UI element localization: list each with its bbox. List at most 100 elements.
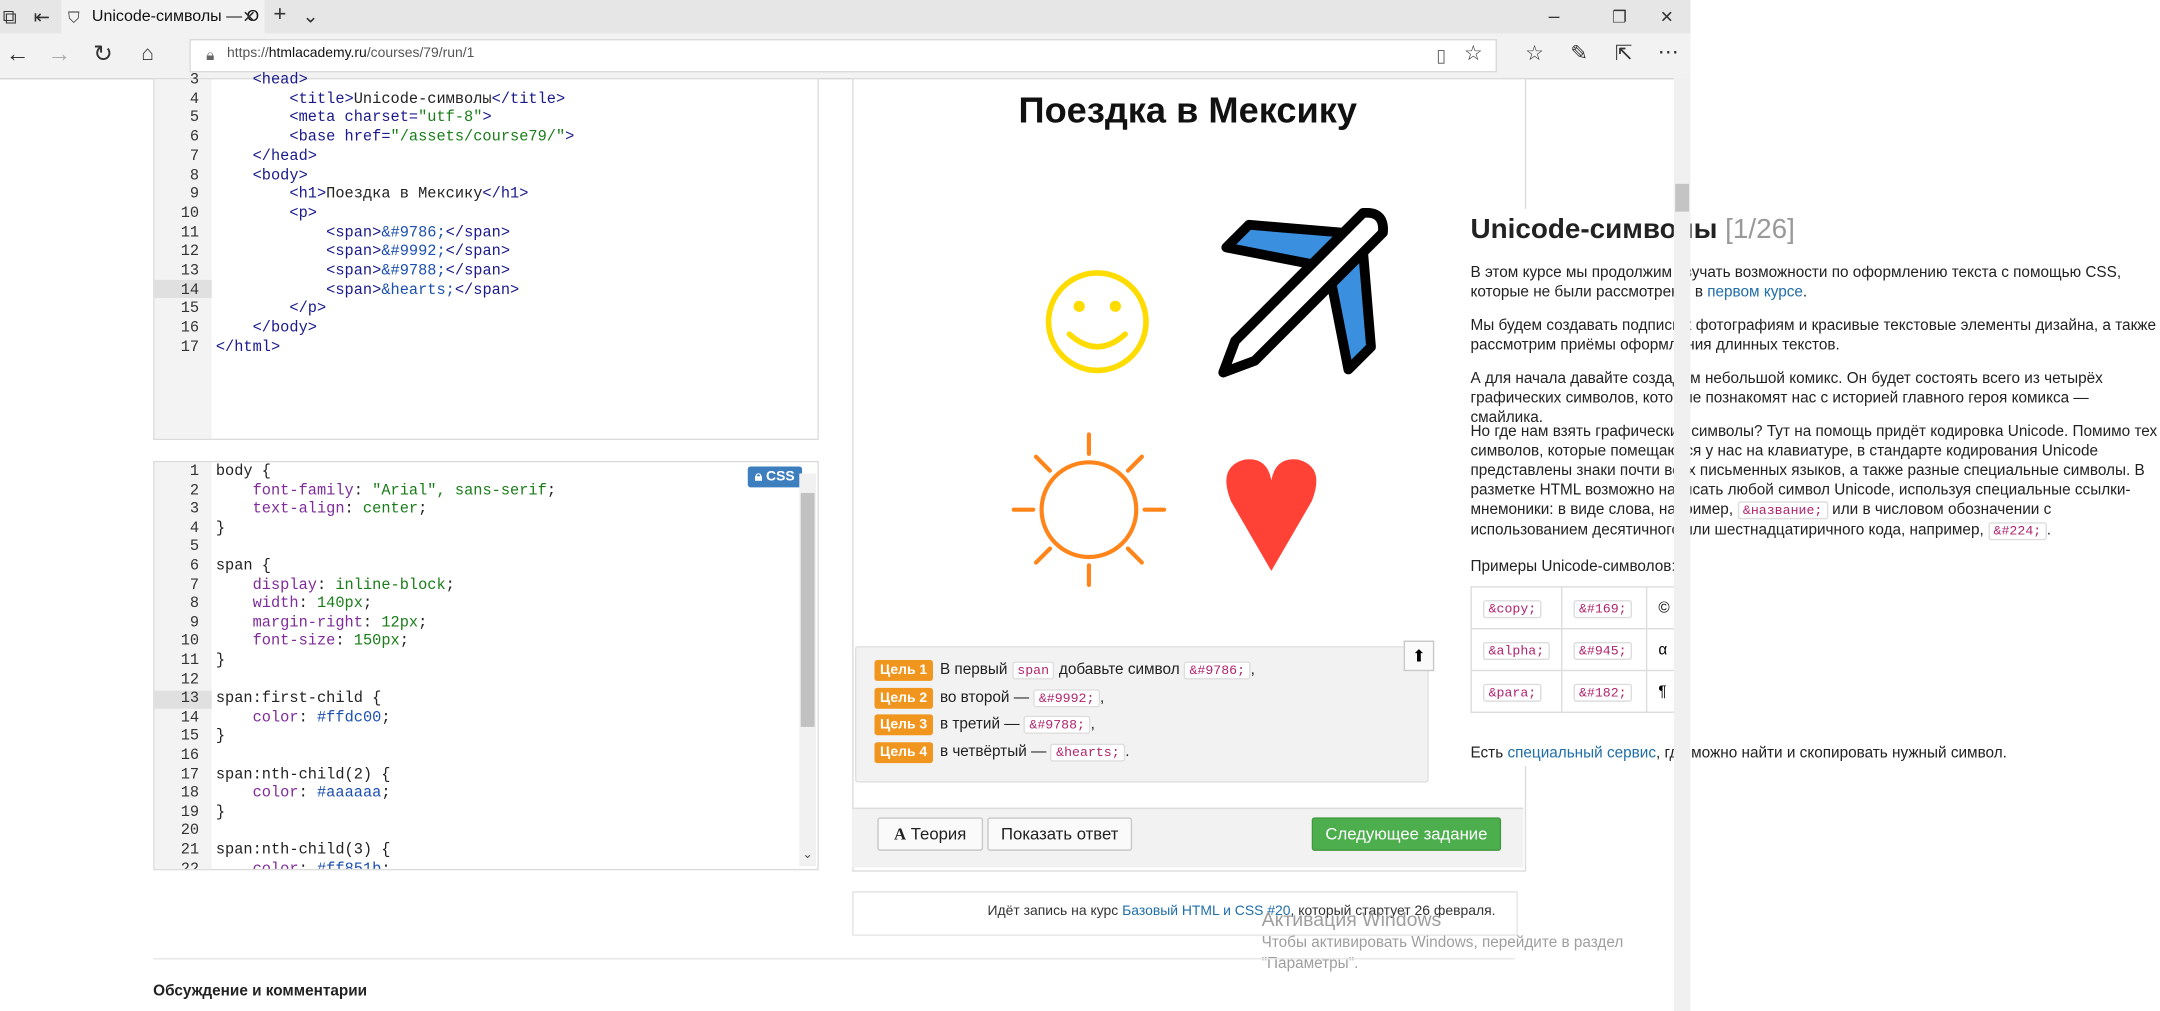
lock-icon: 🔒︎ xyxy=(206,47,215,65)
page-shield-icon: ⛉ xyxy=(68,9,80,27)
code-line: <body> xyxy=(252,167,308,185)
goal-badge: Цель 2 xyxy=(874,687,933,709)
line-number: 22 xyxy=(180,861,200,871)
heart-symbol xyxy=(1226,459,1317,571)
article-paragraph-3: А для начала давайте создадим небольшой … xyxy=(1470,370,2103,427)
divider xyxy=(153,958,1516,960)
css-editor[interactable]: 1 body {2 font-family: "Arial", sans-seri… xyxy=(153,460,819,871)
code-line: span { xyxy=(215,558,271,576)
more-menu-icon[interactable]: ⋯ xyxy=(1657,41,1679,64)
chevron-down-icon[interactable]: ⌄ xyxy=(301,4,320,26)
lock-icon: 🔒︎ xyxy=(754,469,767,485)
code-line: } xyxy=(215,520,226,538)
article-paragraph-1: В этом курсе мы продолжим изучать возмож… xyxy=(1470,264,2122,301)
entity-name: &copy; xyxy=(1483,599,1542,618)
close-window-icon[interactable]: ✕ xyxy=(1657,6,1676,28)
tab-title: Unicode-символы — О xyxy=(91,8,260,26)
code-line: </head> xyxy=(252,148,317,166)
entity-code: &#945; xyxy=(1573,641,1633,660)
article-title: Unicode-символы [1/26] xyxy=(1470,214,1795,246)
first-course-link[interactable]: первом курсе xyxy=(1707,284,1803,301)
examples-label: Примеры Unicode-символов: xyxy=(1470,558,1676,576)
code-line: </p> xyxy=(289,301,327,319)
line-number: 20 xyxy=(180,823,200,841)
tab-list-icon[interactable]: ⧉ xyxy=(0,6,19,28)
line-number: 8 xyxy=(189,596,200,613)
page-scrollbar[interactable] xyxy=(1673,77,1691,1011)
home-icon[interactable]: ⌂ xyxy=(136,42,158,65)
line-number: 9 xyxy=(189,615,200,632)
arrow-up-icon: ⬆ xyxy=(1411,646,1426,666)
line-number: 11 xyxy=(180,225,200,242)
line-number: 17 xyxy=(180,766,200,784)
minimize-icon[interactable]: – xyxy=(1544,4,1563,26)
close-tab-icon[interactable]: ✕ xyxy=(240,6,259,28)
reading-view-icon[interactable]: ▯ xyxy=(1431,45,1450,67)
code-line: color: #aaaaaa; xyxy=(252,785,391,803)
theory-button[interactable]: A Теория xyxy=(877,817,984,851)
favorite-star-icon[interactable]: ☆ xyxy=(1462,42,1484,65)
theory-icon: A xyxy=(894,824,907,844)
line-number: 16 xyxy=(180,747,200,765)
entity-code: &#182; xyxy=(1573,683,1633,702)
entity-name: &para; xyxy=(1483,683,1542,702)
sun-symbol xyxy=(1011,432,1167,587)
line-number: 3 xyxy=(189,72,200,90)
line-number: 9 xyxy=(189,186,200,204)
line-number: 7 xyxy=(189,148,200,166)
line-number: 13 xyxy=(180,690,200,708)
back-icon[interactable]: ← xyxy=(6,42,30,66)
page-scrollbar-thumb[interactable] xyxy=(1675,183,1690,212)
restore-icon[interactable]: ❐ xyxy=(1610,6,1629,28)
line-number: 14 xyxy=(180,282,200,299)
code-line: body { xyxy=(215,463,271,481)
code-line: <head> xyxy=(252,72,308,90)
collapse-goals-button[interactable]: ⬆ xyxy=(1403,640,1435,672)
code-line: span:nth-child(2) { xyxy=(215,766,391,784)
scroll-down-icon[interactable]: ⌄ xyxy=(801,847,815,862)
code-line: span:nth-child(3) { xyxy=(215,842,391,860)
discussion-title: Обсуждение и комментарии xyxy=(153,983,368,1000)
css-badge: 🔒︎ CSS xyxy=(747,466,802,488)
code-line: span:first-child { xyxy=(215,690,382,708)
line-number: 12 xyxy=(180,672,200,689)
smiley-symbol xyxy=(1045,270,1149,374)
code-line: <base href="/assets/course79/"> xyxy=(289,129,575,147)
html-editor[interactable]: 3 <head> 4 <title>Unicode-символы</title>… xyxy=(153,72,819,441)
line-number: 12 xyxy=(180,244,200,261)
favorites-hub-icon[interactable]: ☆ xyxy=(1523,42,1545,65)
code-line: } xyxy=(215,804,226,822)
code-line: <meta charset="utf-8"> xyxy=(289,110,492,128)
windows-watermark-text: Чтобы активировать Windows, перейдите в … xyxy=(1261,934,1624,972)
windows-watermark-title: Активация Windows xyxy=(1261,907,1442,931)
code-line: <span>&#9992;</span> xyxy=(326,244,511,261)
line-number: 13 xyxy=(180,263,200,280)
next-task-button[interactable]: Следующее задание xyxy=(1311,817,1502,851)
code-line: font-size: 150px; xyxy=(252,634,409,651)
line-number: 10 xyxy=(180,205,200,223)
code-line: </body> xyxy=(252,320,317,338)
line-number: 21 xyxy=(180,842,200,860)
code-line: color: #ff851b; xyxy=(252,861,391,871)
line-number: 10 xyxy=(180,634,200,651)
pen-icon[interactable]: ✎ xyxy=(1568,42,1590,65)
forward-icon[interactable]: → xyxy=(47,42,71,66)
css-scrollbar-thumb[interactable] xyxy=(800,492,815,727)
special-service-link[interactable]: специальный сервис xyxy=(1507,745,1656,762)
line-number: 15 xyxy=(180,728,200,746)
goal-text: В первый span добавьте символ &#9786;, xyxy=(939,661,1255,680)
code-line: <span>&hearts;</span> xyxy=(326,282,520,299)
article-paragraph-4: Но где нам взять графические символы? Ту… xyxy=(1470,423,2158,541)
code-line: color: #ffdc00; xyxy=(252,709,391,727)
refresh-icon[interactable]: ↻ xyxy=(92,42,114,66)
code-line: } xyxy=(215,728,226,746)
line-number: 4 xyxy=(189,91,200,109)
share-icon[interactable]: ⇱ xyxy=(1613,42,1635,65)
show-answer-button[interactable]: Показать ответ xyxy=(987,817,1133,851)
code-line: width: 140px; xyxy=(252,596,373,613)
set-aside-tabs-icon[interactable]: ⇤ xyxy=(31,6,53,28)
new-tab-icon[interactable]: + xyxy=(270,3,289,26)
code-line: display: inline-block; xyxy=(252,577,455,595)
code-line: <span>&#9786;</span> xyxy=(326,225,511,242)
line-number: 11 xyxy=(180,653,200,670)
